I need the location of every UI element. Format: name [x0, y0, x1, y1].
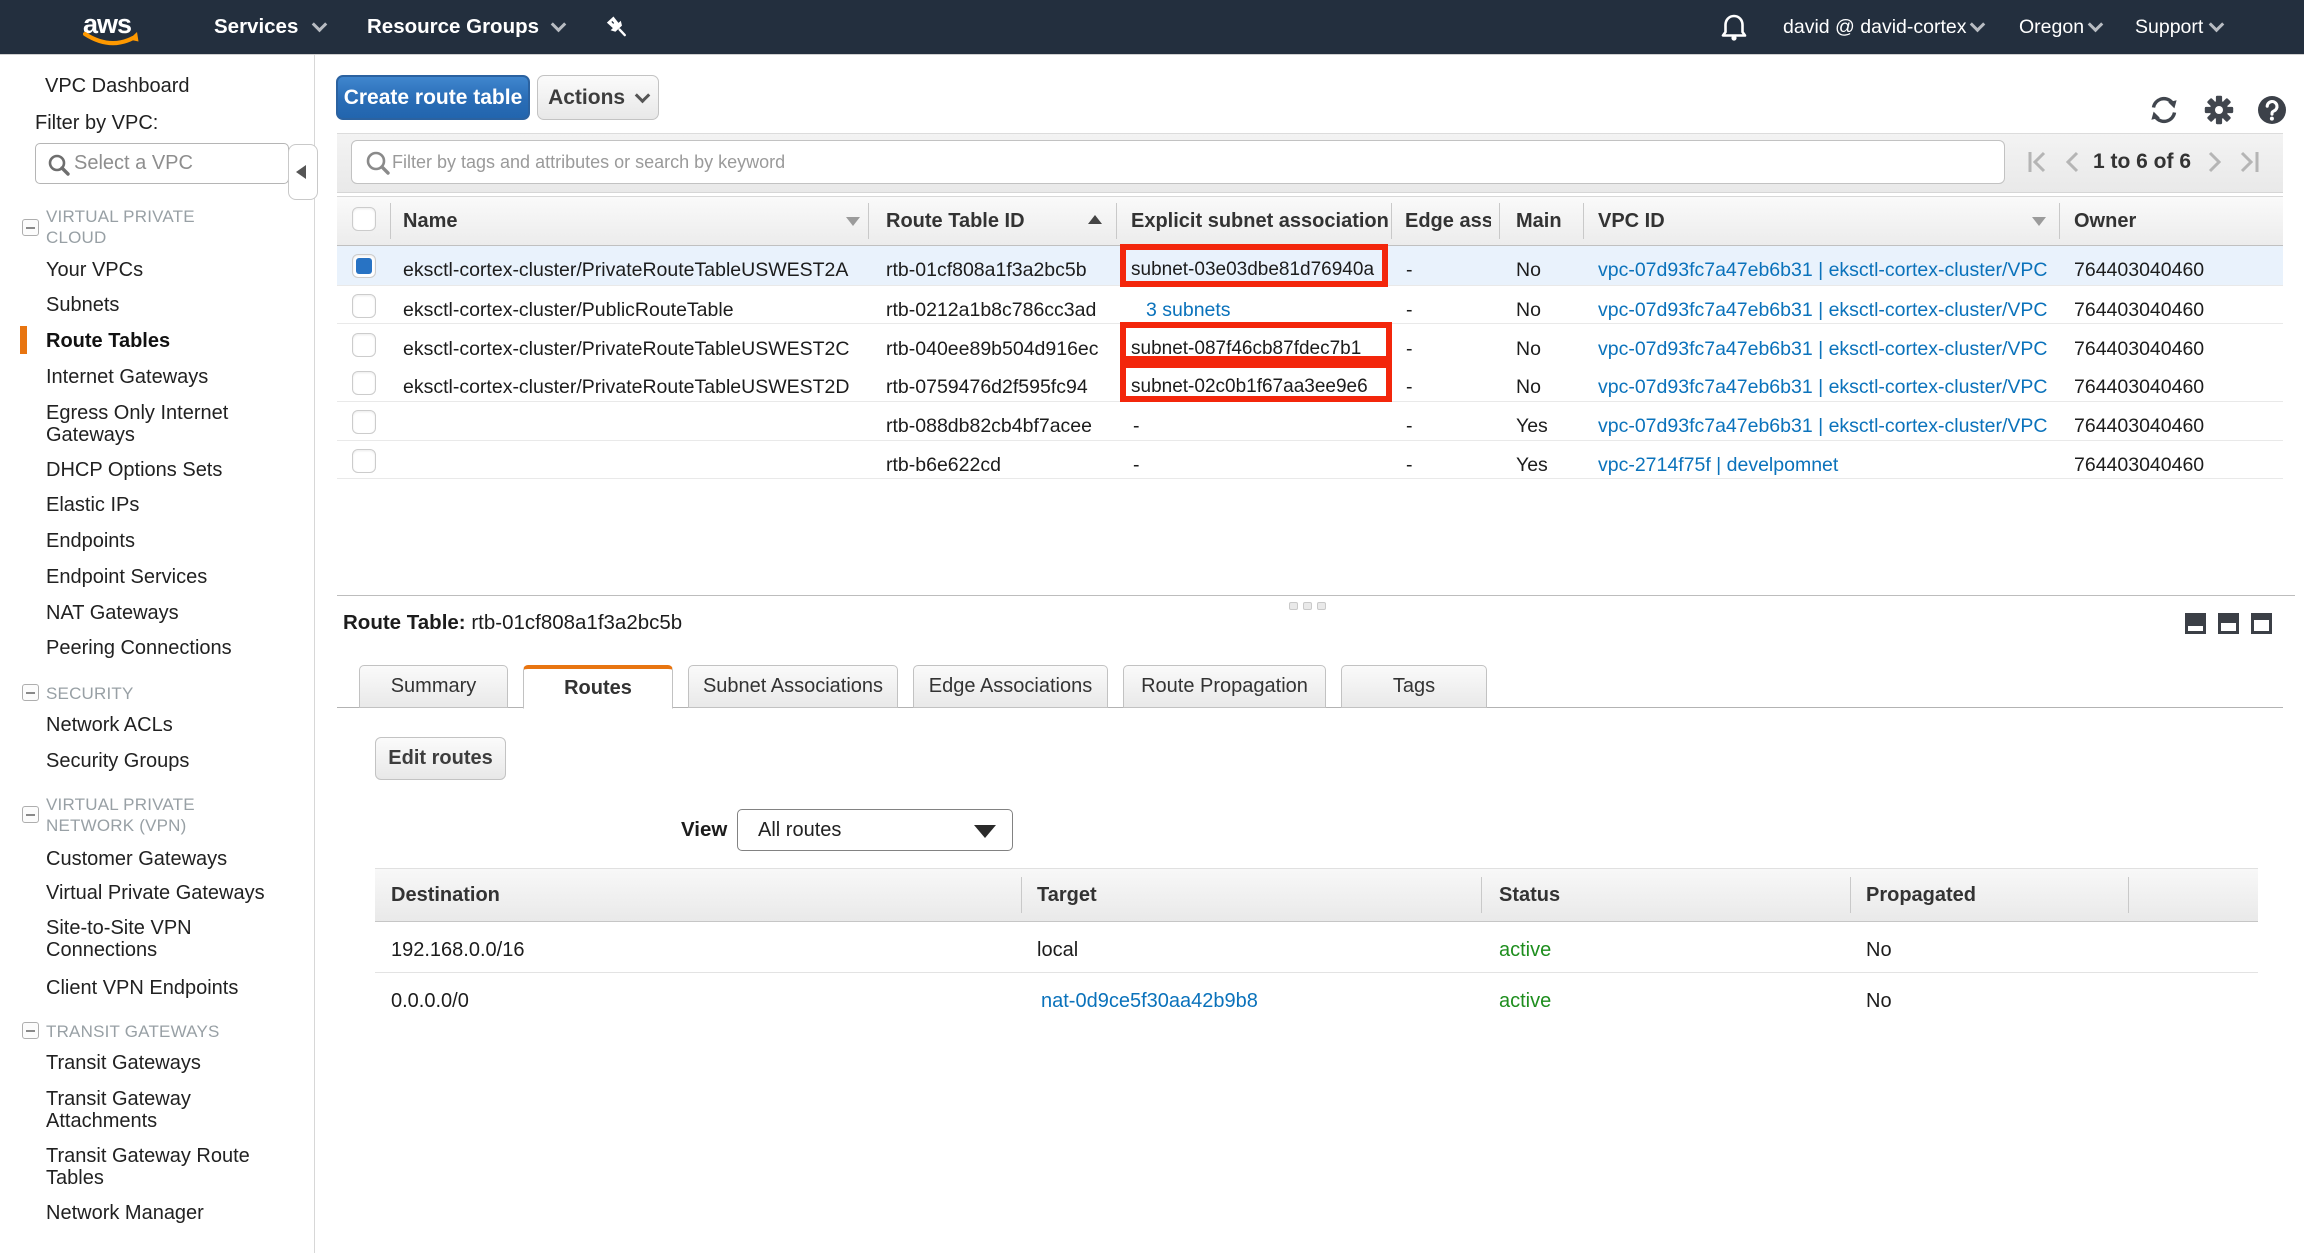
svg-text:aws: aws: [83, 9, 131, 39]
